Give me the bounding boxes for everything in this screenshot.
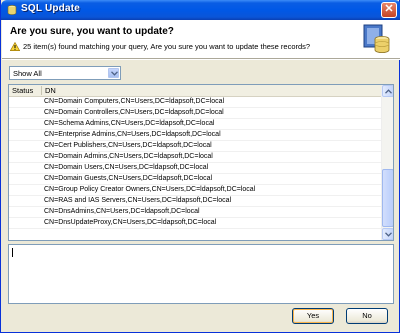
table-row[interactable]: CN=DnsAdmins,CN=Users,DC=ldapsoft,DC=loc… [9,207,381,218]
scroll-thumb[interactable] [382,169,393,227]
dn-cell: CN=Schema Admins,CN=Users,DC=ldapsoft,DC… [44,120,215,127]
status-cell [9,108,41,118]
dn-cell: CN=Domain Users,CN=Users,DC=ldapsoft,DC=… [44,164,209,171]
status-cell [9,141,41,151]
scroll-up-button[interactable] [382,85,393,97]
dialog-header: Are you sure, you want to update? 25 ite… [2,20,400,58]
status-cell [9,152,41,162]
filter-selected-value: Show All [13,69,42,78]
status-cell [9,97,41,107]
status-cell [9,130,41,140]
table-row[interactable]: CN=Domain Users,CN=Users,DC=ldapsoft,DC=… [9,163,381,174]
table-row[interactable]: CN=RAS and IAS Servers,CN=Users,DC=ldaps… [9,196,381,207]
detail-text-area[interactable] [8,244,394,304]
table-row[interactable]: CN=DnsUpdateProxy,CN=Users,DC=ldapsoft,D… [9,218,381,229]
window-title: SQL Update [21,3,81,14]
header-question: Are you sure, you want to update? [10,26,174,37]
filter-dropdown[interactable]: Show All [9,66,121,80]
sql-update-dialog: SQL Update ✕ Are you sure, you want to u… [0,0,400,333]
column-header-status[interactable]: Status [12,86,33,96]
dn-cell: CN=DnsAdmins,CN=Users,DC=ldapsoft,DC=loc… [44,208,200,215]
table-row[interactable]: CN=Domain Guests,CN=Users,DC=ldapsoft,DC… [9,174,381,185]
column-divider[interactable] [41,86,42,95]
table-row[interactable]: CN=Schema Admins,CN=Users,DC=ldapsoft,DC… [9,119,381,130]
title-bar[interactable]: SQL Update ✕ [1,0,400,20]
table-row[interactable]: CN=Domain Computers,CN=Users,DC=ldapsoft… [9,97,381,108]
table-row[interactable]: CN=Enterprise Admins,CN=Users,DC=ldapsof… [9,130,381,141]
table-row[interactable]: CN=Cert Publishers,CN=Users,DC=ldapsoft,… [9,141,381,152]
records-table[interactable]: Status DN CN=Domain Computers,CN=Users,D… [8,84,394,241]
status-cell [9,174,41,184]
dn-cell: CN=Group Policy Creator Owners,CN=Users,… [44,186,256,193]
yes-button[interactable]: Yes [292,308,334,324]
table-row[interactable]: CN=Domain Admins,CN=Users,DC=ldapsoft,DC… [9,152,381,163]
warning-icon [9,41,21,51]
text-caret [12,248,13,257]
status-cell [9,207,41,217]
vertical-scrollbar[interactable] [381,85,393,240]
status-cell [9,218,41,228]
scroll-down-button[interactable] [382,228,393,240]
chevron-down-icon[interactable] [108,68,119,78]
dn-cell: CN=Domain Admins,CN=Users,DC=ldapsoft,DC… [44,153,213,160]
dn-cell: CN=Domain Controllers,CN=Users,DC=ldapso… [44,109,224,116]
status-cell [9,185,41,195]
dn-cell: CN=Cert Publishers,CN=Users,DC=ldapsoft,… [44,142,212,149]
table-row[interactable]: CN=Domain Controllers,CN=Users,DC=ldapso… [9,108,381,119]
table-row[interactable]: CN=Group Policy Creator Owners,CN=Users,… [9,185,381,196]
chevron-up-icon [385,89,392,94]
no-button-label: No [362,311,372,320]
header-divider [2,58,400,60]
status-cell [9,196,41,206]
header-message: 25 item(s) found matching your query, Ar… [23,42,311,51]
close-button[interactable]: ✕ [381,2,397,18]
no-button[interactable]: No [346,308,388,324]
dn-cell: CN=Domain Computers,CN=Users,DC=ldapsoft… [44,98,225,105]
dn-cell: CN=Domain Guests,CN=Users,DC=ldapsoft,DC… [44,175,213,182]
chevron-down-icon [385,232,392,237]
dn-cell: CN=Enterprise Admins,CN=Users,DC=ldapsof… [44,131,221,138]
dn-cell: CN=DnsUpdateProxy,CN=Users,DC=ldapsoft,D… [44,219,217,226]
close-icon: ✕ [384,3,394,15]
yes-button-label: Yes [306,311,320,320]
table-header: Status DN [9,85,381,97]
table-body: CN=Domain Computers,CN=Users,DC=ldapsoft… [9,97,381,240]
database-update-icon [362,23,392,55]
dn-cell: CN=RAS and IAS Servers,CN=Users,DC=ldaps… [44,197,232,204]
column-header-dn[interactable]: DN [45,86,56,96]
status-cell [9,163,41,173]
sql-update-icon [6,4,18,16]
status-cell [9,119,41,129]
